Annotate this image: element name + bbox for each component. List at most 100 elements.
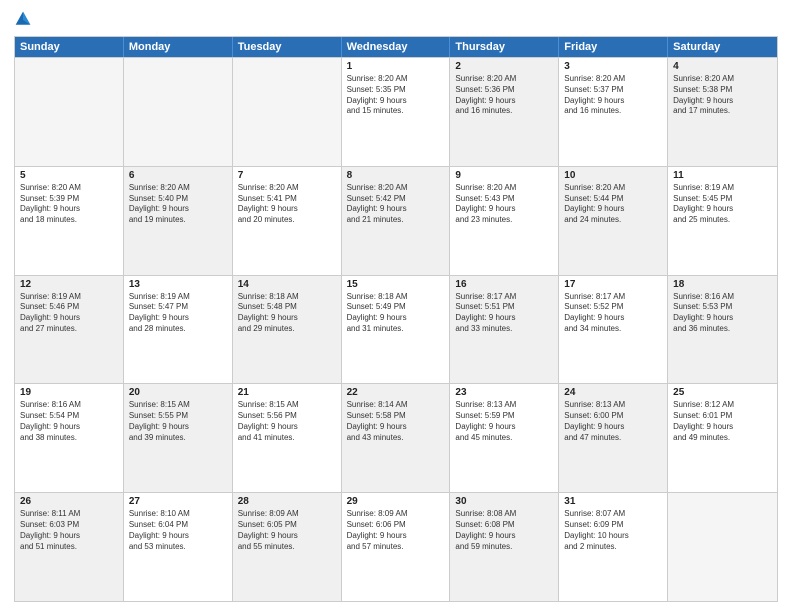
cal-cell-4-3: 29 Sunrise: 8:09 AM Sunset: 6:06 PM Dayli… xyxy=(342,493,451,601)
cal-cell-4-0: 26 Sunrise: 8:11 AM Sunset: 6:03 PM Dayli… xyxy=(15,493,124,601)
cell-info: Sunrise: 8:12 AM Sunset: 6:01 PM Dayligh… xyxy=(673,400,772,443)
cell-info: Sunrise: 8:18 AM Sunset: 5:48 PM Dayligh… xyxy=(238,292,336,335)
cal-row-1: 5 Sunrise: 8:20 AM Sunset: 5:39 PM Daylig… xyxy=(15,166,777,275)
day-number: 27 xyxy=(129,496,227,507)
cal-row-4: 26 Sunrise: 8:11 AM Sunset: 6:03 PM Dayli… xyxy=(15,492,777,601)
cal-cell-4-2: 28 Sunrise: 8:09 AM Sunset: 6:05 PM Dayli… xyxy=(233,493,342,601)
cell-info: Sunrise: 8:20 AM Sunset: 5:41 PM Dayligh… xyxy=(238,183,336,226)
day-number: 4 xyxy=(673,61,772,72)
cal-cell-2-4: 16Sunrise: 8:17 AM Sunset: 5:51 PM Dayli… xyxy=(450,276,559,384)
cal-cell-2-5: 17 Sunrise: 8:17 AM Sunset: 5:52 PM Dayli… xyxy=(559,276,668,384)
day-number: 19 xyxy=(20,387,118,398)
day-number: 5 xyxy=(20,170,118,181)
cell-info: Sunrise: 8:16 AM Sunset: 5:53 PM Dayligh… xyxy=(673,292,772,335)
cell-info: Sunrise: 8:09 AM Sunset: 6:06 PM Dayligh… xyxy=(347,509,445,552)
cal-cell-2-3: 15Sunrise: 8:18 AM Sunset: 5:49 PM Dayli… xyxy=(342,276,451,384)
cal-header-wednesday: Wednesday xyxy=(342,37,451,57)
cal-cell-0-4: 2 Sunrise: 8:20 AM Sunset: 5:36 PM Daylig… xyxy=(450,58,559,166)
cal-row-2: 12Sunrise: 8:19 AM Sunset: 5:46 PM Dayli… xyxy=(15,275,777,384)
cell-info: Sunrise: 8:20 AM Sunset: 5:38 PM Dayligh… xyxy=(673,74,772,117)
day-number: 12 xyxy=(20,279,118,290)
cal-cell-0-6: 4 Sunrise: 8:20 AM Sunset: 5:38 PM Daylig… xyxy=(668,58,777,166)
day-number: 11 xyxy=(673,170,772,181)
cal-cell-4-4: 30 Sunrise: 8:08 AM Sunset: 6:08 PM Dayli… xyxy=(450,493,559,601)
cal-cell-1-2: 7 Sunrise: 8:20 AM Sunset: 5:41 PM Daylig… xyxy=(233,167,342,275)
cal-header-monday: Monday xyxy=(124,37,233,57)
cell-info: Sunrise: 8:13 AM Sunset: 5:59 PM Dayligh… xyxy=(455,400,553,443)
cell-info: Sunrise: 8:20 AM Sunset: 5:36 PM Dayligh… xyxy=(455,74,553,117)
day-number: 17 xyxy=(564,279,662,290)
day-number: 1 xyxy=(347,61,445,72)
cal-header-thursday: Thursday xyxy=(450,37,559,57)
cal-row-3: 19Sunrise: 8:16 AM Sunset: 5:54 PM Dayli… xyxy=(15,383,777,492)
calendar: SundayMondayTuesdayWednesdayThursdayFrid… xyxy=(14,36,778,602)
day-number: 14 xyxy=(238,279,336,290)
day-number: 29 xyxy=(347,496,445,507)
cal-cell-1-4: 9 Sunrise: 8:20 AM Sunset: 5:43 PM Daylig… xyxy=(450,167,559,275)
cell-info: Sunrise: 8:20 AM Sunset: 5:40 PM Dayligh… xyxy=(129,183,227,226)
day-number: 7 xyxy=(238,170,336,181)
day-number: 30 xyxy=(455,496,553,507)
page: SundayMondayTuesdayWednesdayThursdayFrid… xyxy=(0,0,792,612)
cell-info: Sunrise: 8:19 AM Sunset: 5:47 PM Dayligh… xyxy=(129,292,227,335)
day-number: 10 xyxy=(564,170,662,181)
cal-cell-1-0: 5 Sunrise: 8:20 AM Sunset: 5:39 PM Daylig… xyxy=(15,167,124,275)
cal-cell-3-0: 19Sunrise: 8:16 AM Sunset: 5:54 PM Dayli… xyxy=(15,384,124,492)
cell-info: Sunrise: 8:20 AM Sunset: 5:35 PM Dayligh… xyxy=(347,74,445,117)
cal-row-0: 1 Sunrise: 8:20 AM Sunset: 5:35 PM Daylig… xyxy=(15,57,777,166)
cal-cell-3-6: 25 Sunrise: 8:12 AM Sunset: 6:01 PM Dayli… xyxy=(668,384,777,492)
cell-info: Sunrise: 8:08 AM Sunset: 6:08 PM Dayligh… xyxy=(455,509,553,552)
cell-info: Sunrise: 8:20 AM Sunset: 5:43 PM Dayligh… xyxy=(455,183,553,226)
cell-info: Sunrise: 8:20 AM Sunset: 5:44 PM Dayligh… xyxy=(564,183,662,226)
day-number: 9 xyxy=(455,170,553,181)
day-number: 13 xyxy=(129,279,227,290)
day-number: 6 xyxy=(129,170,227,181)
cal-cell-0-1 xyxy=(124,58,233,166)
cal-cell-1-1: 6 Sunrise: 8:20 AM Sunset: 5:40 PM Daylig… xyxy=(124,167,233,275)
cal-cell-3-2: 21 Sunrise: 8:15 AM Sunset: 5:56 PM Dayli… xyxy=(233,384,342,492)
day-number: 8 xyxy=(347,170,445,181)
day-number: 23 xyxy=(455,387,553,398)
calendar-header-row: SundayMondayTuesdayWednesdayThursdayFrid… xyxy=(15,37,777,57)
cell-info: Sunrise: 8:19 AM Sunset: 5:45 PM Dayligh… xyxy=(673,183,772,226)
day-number: 24 xyxy=(564,387,662,398)
day-number: 26 xyxy=(20,496,118,507)
day-number: 28 xyxy=(238,496,336,507)
cal-cell-4-5: 31Sunrise: 8:07 AM Sunset: 6:09 PM Dayli… xyxy=(559,493,668,601)
cell-info: Sunrise: 8:17 AM Sunset: 5:51 PM Dayligh… xyxy=(455,292,553,335)
day-number: 20 xyxy=(129,387,227,398)
cell-info: Sunrise: 8:14 AM Sunset: 5:58 PM Dayligh… xyxy=(347,400,445,443)
cal-cell-4-1: 27 Sunrise: 8:10 AM Sunset: 6:04 PM Dayli… xyxy=(124,493,233,601)
cal-header-friday: Friday xyxy=(559,37,668,57)
cal-cell-2-0: 12Sunrise: 8:19 AM Sunset: 5:46 PM Dayli… xyxy=(15,276,124,384)
cell-info: Sunrise: 8:15 AM Sunset: 5:56 PM Dayligh… xyxy=(238,400,336,443)
cell-info: Sunrise: 8:17 AM Sunset: 5:52 PM Dayligh… xyxy=(564,292,662,335)
day-number: 25 xyxy=(673,387,772,398)
cal-header-tuesday: Tuesday xyxy=(233,37,342,57)
cell-info: Sunrise: 8:20 AM Sunset: 5:42 PM Dayligh… xyxy=(347,183,445,226)
calendar-body: 1 Sunrise: 8:20 AM Sunset: 5:35 PM Daylig… xyxy=(15,57,777,601)
cell-info: Sunrise: 8:11 AM Sunset: 6:03 PM Dayligh… xyxy=(20,509,118,552)
cal-cell-3-4: 23 Sunrise: 8:13 AM Sunset: 5:59 PM Dayli… xyxy=(450,384,559,492)
day-number: 18 xyxy=(673,279,772,290)
cell-info: Sunrise: 8:09 AM Sunset: 6:05 PM Dayligh… xyxy=(238,509,336,552)
cell-info: Sunrise: 8:15 AM Sunset: 5:55 PM Dayligh… xyxy=(129,400,227,443)
cell-info: Sunrise: 8:20 AM Sunset: 5:39 PM Dayligh… xyxy=(20,183,118,226)
cal-cell-2-1: 13 Sunrise: 8:19 AM Sunset: 5:47 PM Dayli… xyxy=(124,276,233,384)
cell-info: Sunrise: 8:18 AM Sunset: 5:49 PM Dayligh… xyxy=(347,292,445,335)
cal-cell-1-5: 10 Sunrise: 8:20 AM Sunset: 5:44 PM Dayli… xyxy=(559,167,668,275)
cal-cell-0-2 xyxy=(233,58,342,166)
cell-info: Sunrise: 8:20 AM Sunset: 5:37 PM Dayligh… xyxy=(564,74,662,117)
cell-info: Sunrise: 8:07 AM Sunset: 6:09 PM Dayligh… xyxy=(564,509,662,552)
day-number: 22 xyxy=(347,387,445,398)
cal-cell-3-3: 22 Sunrise: 8:14 AM Sunset: 5:58 PM Dayli… xyxy=(342,384,451,492)
cell-info: Sunrise: 8:10 AM Sunset: 6:04 PM Dayligh… xyxy=(129,509,227,552)
cal-cell-0-0 xyxy=(15,58,124,166)
day-number: 21 xyxy=(238,387,336,398)
cell-info: Sunrise: 8:13 AM Sunset: 6:00 PM Dayligh… xyxy=(564,400,662,443)
cal-cell-4-6 xyxy=(668,493,777,601)
day-number: 2 xyxy=(455,61,553,72)
logo-icon xyxy=(14,10,32,28)
header xyxy=(14,10,778,28)
cal-cell-1-6: 11 Sunrise: 8:19 AM Sunset: 5:45 PM Dayli… xyxy=(668,167,777,275)
